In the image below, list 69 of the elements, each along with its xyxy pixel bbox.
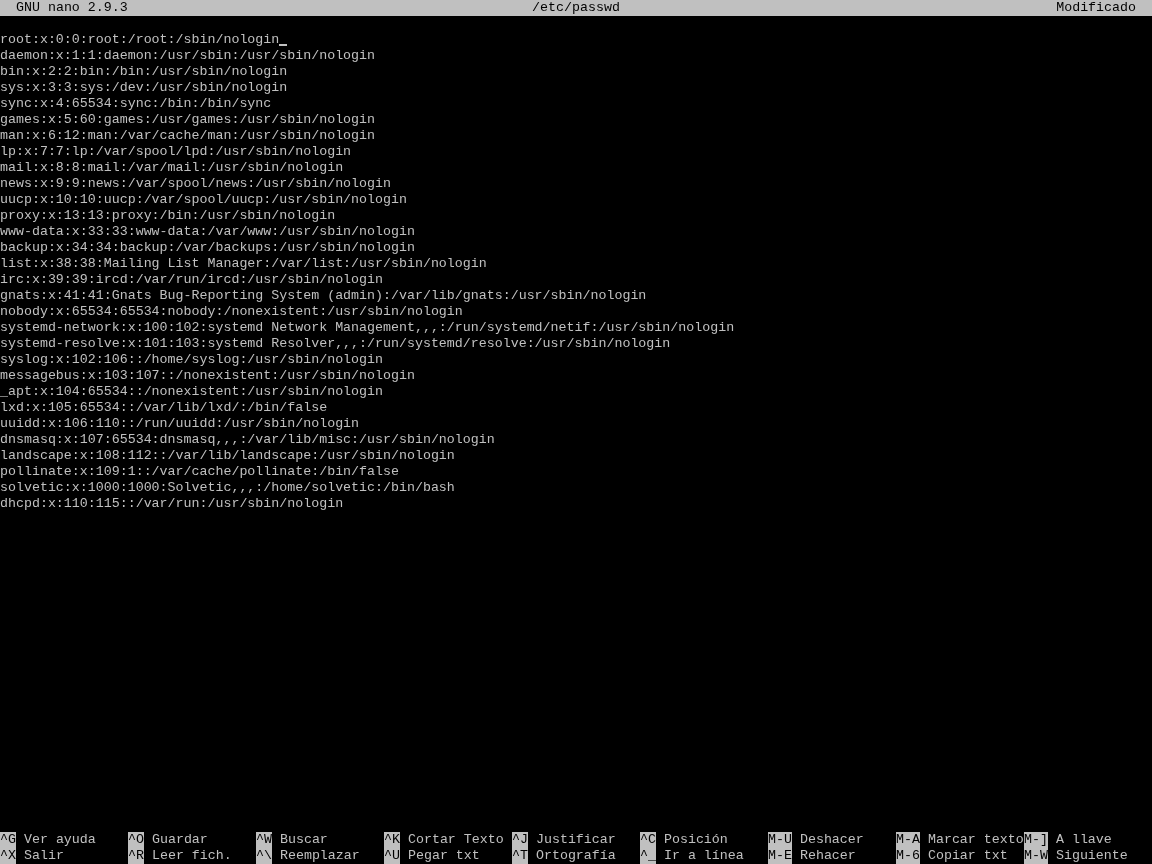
shortcut-label: Reemplazar — [279, 848, 360, 864]
file-line: sys:x:3:3:sys:/dev:/usr/sbin/nologin — [0, 80, 288, 96]
file-line: dnsmasq:x:107:65534:dnsmasq,,,:/var/lib/misc:/usr/sbin/nologin — [0, 432, 495, 448]
shortcut-label: Posición — [663, 832, 728, 848]
shortcut-key: ^O — [128, 832, 144, 848]
file-line: man:x:6:12:man:/var/cache/man:/usr/sbin/nologin — [0, 128, 376, 144]
file-line: systemd-network:x:100:102:systemd Network Management,,,:/run/systemd/netif:/usr/sbin/nologin — [0, 320, 735, 336]
file-line: backup:x:34:34:backup:/var/backups:/usr/sbin/nologin — [0, 240, 415, 256]
shortcut-label: Cortar Texto — [407, 832, 504, 848]
file-line: systemd-resolve:x:101:103:systemd Resolver,,,:/run/systemd/resolve:/usr/sbin/nologin — [0, 336, 671, 352]
file-line: games:x:5:60:games:/usr/games:/usr/sbin/nologin — [0, 112, 376, 128]
shortcut-key: ^C — [640, 832, 656, 848]
file-line: syslog:x:102:106::/home/syslog:/usr/sbin/nologin — [0, 352, 383, 368]
file-line: lp:x:7:7:lp:/var/spool/lpd:/usr/sbin/nologin — [0, 144, 352, 160]
shortcut-label: Siguiente — [1055, 848, 1128, 864]
shortcut-key: M-E — [768, 848, 792, 864]
file-line: daemon:x:1:1:daemon:/usr/sbin:/usr/sbin/nologin — [0, 48, 376, 64]
shortcut-label: Leer fich. — [151, 848, 232, 864]
file-line: root:x:0:0:root:/root:/sbin/nologin — [0, 32, 288, 48]
shortcut-label: Deshacer — [799, 832, 864, 848]
shortcut-key: M-A — [896, 832, 920, 848]
file-line: uuidd:x:106:110::/run/uuidd:/usr/sbin/nologin — [0, 416, 360, 432]
shortcut-label: Ver ayuda — [23, 832, 96, 848]
shortcut-label: Marcar texto — [927, 832, 1024, 848]
shortcut-label: Guardar — [151, 832, 208, 848]
file-line: _apt:x:104:65534::/nonexistent:/usr/sbin/nologin — [0, 384, 383, 400]
shortcut-label: Justificar — [535, 832, 616, 848]
shortcut-key: ^W — [256, 832, 272, 848]
shortcut-label: Pegar txt — [407, 848, 480, 864]
modified-status: Modificado — [1056, 0, 1136, 16]
file-line: news:x:9:9:news:/var/spool/news:/usr/sbin/nologin — [0, 176, 391, 192]
shortcut-key: ^X — [0, 848, 16, 864]
shortcut-key: ^K — [384, 832, 400, 848]
shortcut-key: M-] — [1024, 832, 1048, 848]
file-line: pollinate:x:109:1::/var/cache/pollinate:/bin/false — [0, 464, 399, 480]
file-line: bin:x:2:2:bin:/bin:/usr/sbin/nologin — [0, 64, 288, 80]
file-line: lxd:x:105:65534::/var/lib/lxd/:/bin/false — [0, 400, 328, 416]
file-line: gnats:x:41:41:Gnats Bug-Reporting System (admin):/var/lib/gnats:/usr/sbin/nologin — [0, 288, 647, 304]
shortcut-key: ^G — [0, 832, 16, 848]
file-line: irc:x:39:39:ircd:/var/run/ircd:/usr/sbin/nologin — [0, 272, 383, 288]
shortcut-label: Copiar txt — [927, 848, 1008, 864]
shortcut-label: Rehacer — [799, 848, 856, 864]
shortcut-key: M-W — [1024, 848, 1048, 864]
file-line: list:x:38:38:Mailing List Manager:/var/list:/usr/sbin/nologin — [0, 256, 487, 272]
file-line: landscape:x:108:112::/var/lib/landscape:/usr/sbin/nologin — [0, 448, 455, 464]
shortcut-label: Buscar — [279, 832, 328, 848]
file-line: solvetic:x:1000:1000:Solvetic,,,:/home/solvetic:/bin/bash — [0, 480, 455, 496]
shortcut-key: M-6 — [896, 848, 920, 864]
file-line: proxy:x:13:13:proxy:/bin:/usr/sbin/nologin — [0, 208, 336, 224]
shortcut-label: Salir — [23, 848, 64, 864]
shortcut-label: Ir a línea — [663, 848, 744, 864]
app-version: GNU nano 2.9.3 — [16, 0, 128, 16]
shortcut-key: ^T — [512, 848, 528, 864]
file-name: /etc/passwd — [532, 0, 620, 16]
shortcut-label: A llave — [1055, 832, 1112, 848]
shortcut-key: ^U — [384, 848, 400, 864]
file-line: messagebus:x:103:107::/nonexistent:/usr/sbin/nologin — [0, 368, 415, 384]
shortcut-key: ^_ — [640, 848, 656, 864]
file-line: nobody:x:65534:65534:nobody:/nonexistent:/usr/sbin/nologin — [0, 304, 463, 320]
file-line: dhcpd:x:110:115::/var/run:/usr/sbin/nologin — [0, 496, 344, 512]
shortcut-key: ^\ — [256, 848, 272, 864]
shortcut-key: M-U — [768, 832, 792, 848]
file-line: www-data:x:33:33:www-data:/var/www:/usr/sbin/nologin — [0, 224, 415, 240]
shortcut-label: Ortografía — [535, 848, 616, 864]
file-line: uucp:x:10:10:uucp:/var/spool/uucp:/usr/sbin/nologin — [0, 192, 407, 208]
shortcut-key: ^R — [128, 848, 144, 864]
file-line: sync:x:4:65534:sync:/bin:/bin/sync — [0, 96, 272, 112]
file-line: mail:x:8:8:mail:/var/mail:/usr/sbin/nologin — [0, 160, 344, 176]
shortcut-key: ^J — [512, 832, 528, 848]
